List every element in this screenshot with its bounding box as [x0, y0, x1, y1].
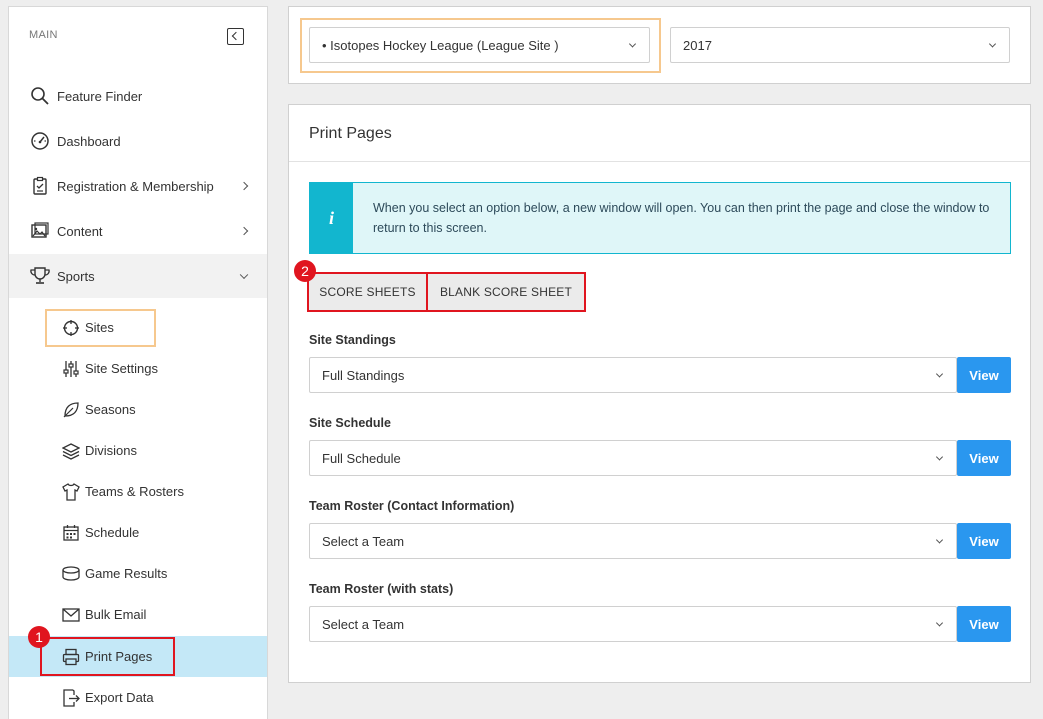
sidebar-section-header: MAIN: [29, 29, 58, 41]
chevron-right-icon: [239, 226, 249, 236]
site-selector-card: • Isotopes Hockey League (League Site ) …: [288, 6, 1031, 84]
sidebar-item-feature-finder[interactable]: Feature Finder: [9, 74, 267, 118]
chevron-down-icon: [935, 536, 944, 544]
sidebar-subitem-divisions[interactable]: Divisions: [9, 430, 267, 471]
info-icon: i: [310, 183, 353, 253]
info-alert: i When you select an option below, a new…: [309, 182, 1011, 254]
sliders-icon: [61, 359, 81, 379]
sidebar-subitem-export-data[interactable]: Export Data: [9, 677, 267, 718]
export-file-icon: [61, 688, 81, 708]
dashboard-gauge-icon: [29, 130, 51, 152]
site-standings-view-button[interactable]: View: [957, 357, 1011, 393]
database-icon: [61, 564, 81, 584]
collapse-sidebar-icon[interactable]: [227, 28, 244, 45]
team-roster-contact-view-button[interactable]: View: [957, 523, 1011, 559]
sidebar-item-label: Feature Finder: [57, 88, 143, 104]
sidebar-subitem-label: Site Settings: [85, 361, 158, 376]
site-schedule-view-button[interactable]: View: [957, 440, 1011, 476]
clipboard-icon: [29, 175, 51, 197]
sidebar-subitem-teams-rosters[interactable]: Teams & Rosters: [9, 471, 267, 512]
chevron-down-icon: [239, 270, 249, 280]
sidebar-item-registration-membership[interactable]: Registration & Membership: [9, 164, 267, 208]
page-title: Print Pages: [309, 125, 392, 142]
image-gallery-icon: [29, 220, 51, 242]
sidebar-subitem-label: Export Data: [85, 690, 154, 705]
year-select-value: 2017: [683, 37, 712, 53]
sidebar-item-label: Sports: [57, 268, 95, 284]
site-standings-select[interactable]: Full Standings: [309, 357, 957, 393]
trophy-icon: [29, 265, 51, 287]
chevron-down-icon: [935, 370, 944, 378]
leaf-icon: [61, 400, 81, 420]
print-pages-highlight-box: [40, 637, 175, 676]
team-roster-contact-label: Team Roster (Contact Information): [309, 499, 515, 513]
sidebar-subitem-label: Divisions: [85, 443, 138, 458]
sidebar-subitem-label: Schedule: [85, 525, 140, 540]
site-schedule-label: Site Schedule: [309, 416, 391, 430]
layers-icon: [61, 441, 81, 461]
team-roster-stats-label: Team Roster (with stats): [309, 582, 454, 596]
team-roster-stats-view-button[interactable]: View: [957, 606, 1011, 642]
search-icon: [29, 85, 51, 107]
team-roster-stats-select-value: Select a Team: [322, 616, 405, 632]
blank-score-sheet-highlight-box: [426, 272, 586, 312]
sidebar-item-content[interactable]: Content: [9, 209, 267, 253]
sidebar-subitem-label: Teams & Rosters: [85, 484, 184, 499]
sites-highlight-box: [45, 309, 156, 347]
sidebar-subitem-label: Bulk Email: [85, 607, 147, 622]
sidebar-item-label: Content: [57, 223, 103, 239]
sidebar-subitem-schedule[interactable]: Schedule: [9, 512, 267, 553]
team-roster-contact-select-value: Select a Team: [322, 533, 405, 549]
print-pages-card: Print Pages i When you select an option …: [288, 104, 1031, 683]
chevron-right-icon: [239, 181, 249, 191]
jersey-icon: [61, 482, 81, 502]
sidebar-subitem-site-settings[interactable]: Site Settings: [9, 348, 267, 389]
sidebar-item-label: Registration & Membership: [57, 178, 214, 194]
sidebar-subitem-game-results[interactable]: Game Results: [9, 553, 267, 594]
sidebar: MAIN Feature Finder Dashboard Registrati…: [8, 6, 268, 719]
site-select-highlight-box: [300, 18, 661, 73]
year-select[interactable]: 2017: [670, 27, 1010, 63]
site-standings-label: Site Standings: [309, 333, 396, 347]
site-schedule-select-value: Full Schedule: [322, 450, 401, 466]
chevron-down-icon: [935, 453, 944, 461]
site-schedule-select[interactable]: Full Schedule: [309, 440, 957, 476]
sidebar-subitem-bulk-email[interactable]: Bulk Email: [9, 594, 267, 635]
sidebar-subitem-seasons[interactable]: Seasons: [9, 389, 267, 430]
step-badge-2: 2: [294, 260, 316, 282]
step-badge-1: 1: [28, 626, 50, 648]
sidebar-subitem-label: Seasons: [85, 402, 136, 417]
envelope-icon: [61, 605, 81, 625]
sidebar-item-dashboard[interactable]: Dashboard: [9, 119, 267, 163]
site-standings-select-value: Full Standings: [322, 367, 405, 383]
score-sheets-highlight-box: [307, 272, 428, 312]
chevron-down-icon: [935, 619, 944, 627]
sidebar-subitem-label: Game Results: [85, 566, 168, 581]
sidebar-item-sports[interactable]: Sports: [9, 254, 267, 298]
calendar-icon: [61, 523, 81, 543]
info-alert-text: When you select an option below, a new w…: [373, 201, 990, 235]
sidebar-item-label: Dashboard: [57, 133, 121, 149]
chevron-down-icon: [988, 40, 997, 48]
team-roster-contact-select[interactable]: Select a Team: [309, 523, 957, 559]
divider: [289, 161, 1030, 162]
team-roster-stats-select[interactable]: Select a Team: [309, 606, 957, 642]
